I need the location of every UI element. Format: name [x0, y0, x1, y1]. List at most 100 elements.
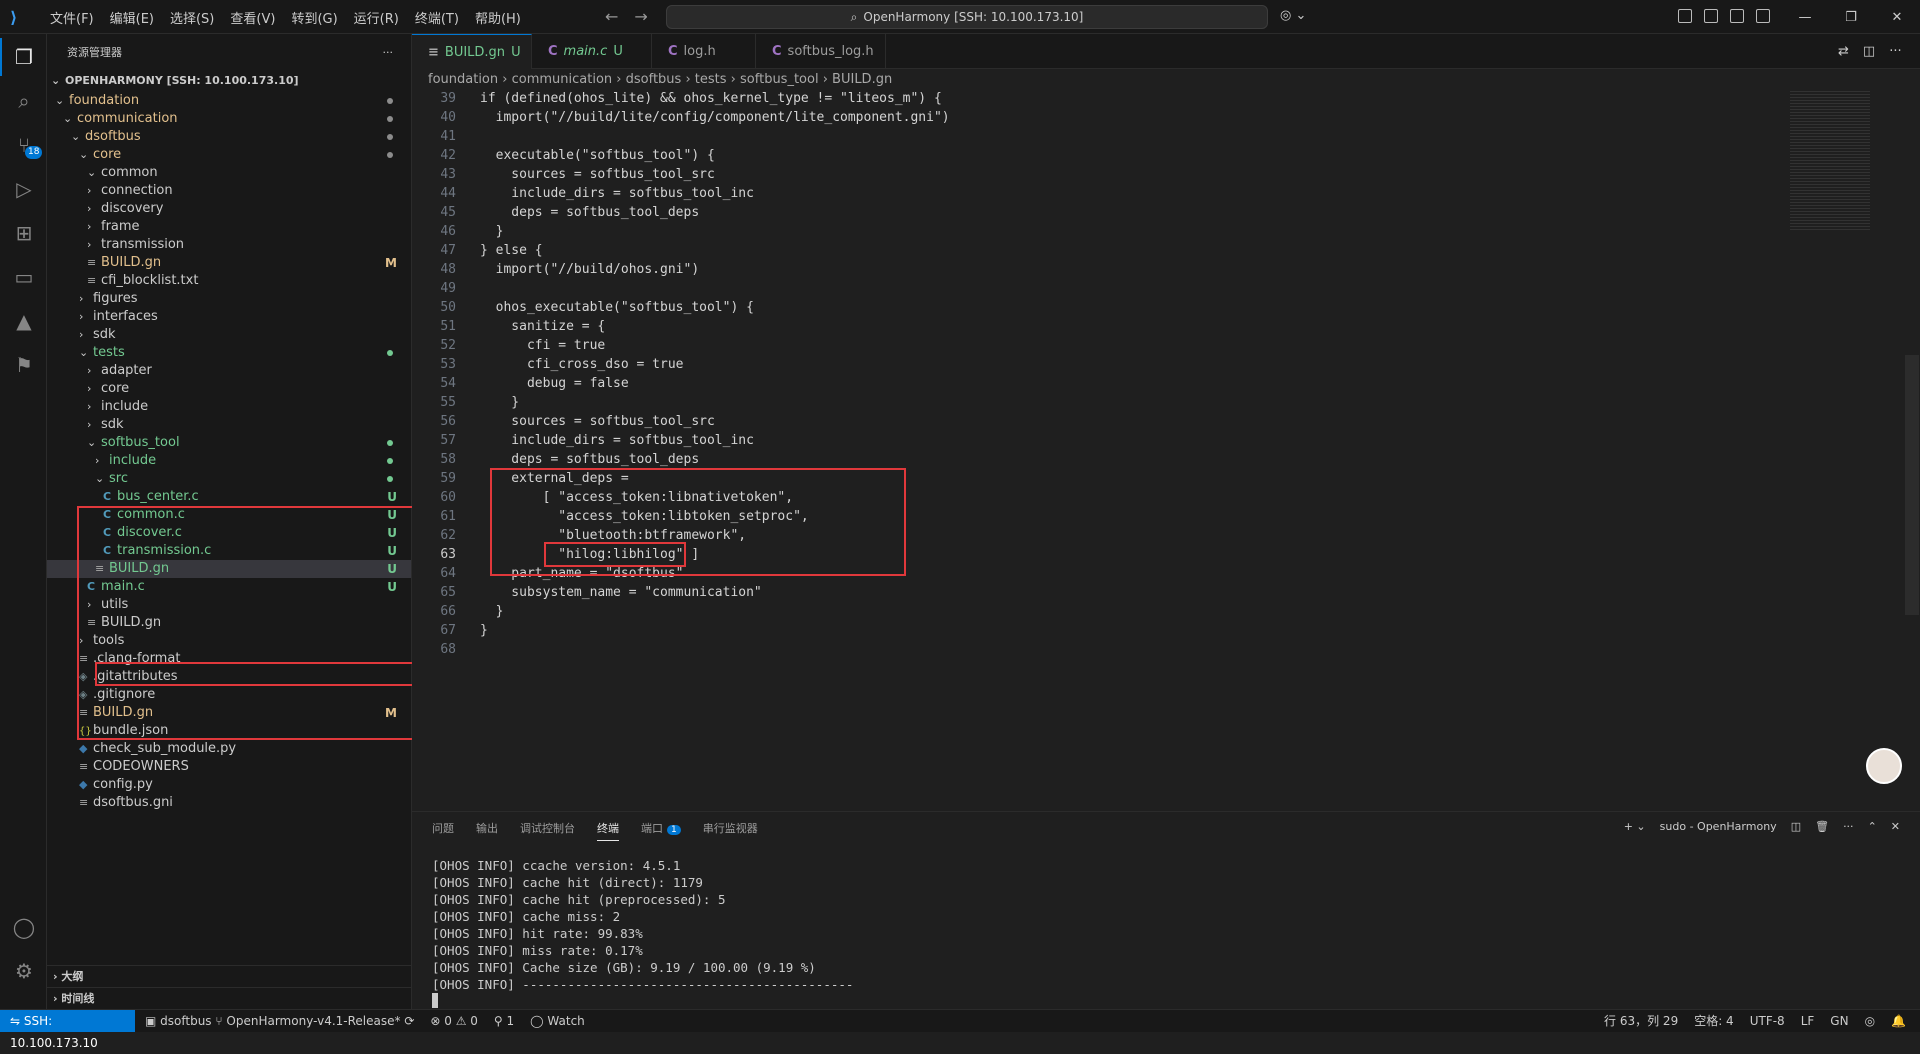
editor-scrollbar[interactable] — [1905, 355, 1919, 615]
close-window-icon[interactable]: ✕ — [1874, 10, 1920, 25]
tree-item[interactable]: › sdk — [47, 416, 411, 434]
tree-item[interactable]: ⌄ common — [47, 164, 411, 182]
tree-item[interactable]: ⌄ core — [47, 146, 411, 164]
minimap[interactable] — [1790, 91, 1870, 231]
more-actions-icon[interactable]: ··· — [1843, 820, 1854, 833]
more-actions-icon[interactable]: ··· — [1889, 44, 1901, 59]
outline-section[interactable]: › 大纲 — [47, 965, 412, 987]
tree-item[interactable]: ◆ check_sub_module.py — [47, 740, 411, 758]
tree-item[interactable]: ≡ CODEOWNERS — [47, 758, 411, 776]
watch-status[interactable]: ◯ Watch — [530, 1010, 585, 1032]
more-actions-icon[interactable]: ··· — [383, 46, 394, 59]
forward-arrow-icon[interactable]: → — [634, 7, 647, 26]
back-arrow-icon[interactable]: ← — [605, 7, 618, 26]
breadcrumb-item[interactable]: BUILD.gn — [832, 72, 892, 87]
encoding[interactable]: UTF-8 — [1750, 1010, 1785, 1032]
terminal-output[interactable]: [OHOS INFO] ccache version: 4.5.1 [OHOS I… — [432, 857, 853, 993]
tree-item[interactable]: › figures — [47, 290, 411, 308]
minimize-icon[interactable]: — — [1782, 10, 1828, 25]
tree-item[interactable]: › sdk — [47, 326, 411, 344]
source-control-icon[interactable]: ⑂ 18 — [11, 132, 43, 159]
menu-item[interactable]: 终端(T) — [407, 8, 467, 27]
tree-item[interactable]: › adapter — [47, 362, 411, 380]
tree-item[interactable]: › core — [47, 380, 411, 398]
tree-item[interactable]: ≡ dsoftbus.gni — [47, 794, 411, 812]
tree-item[interactable]: ⌄ tests — [47, 344, 411, 362]
tree-item[interactable]: ⌄ src — [47, 470, 411, 488]
tree-item[interactable]: ≡ cfi_blocklist.txt — [47, 272, 411, 290]
menu-item[interactable]: 转到(G) — [283, 8, 345, 27]
run-debug-icon[interactable]: ▷ — [11, 176, 37, 202]
new-terminal-icon[interactable]: + ⌄ — [1624, 820, 1646, 833]
cursor-position[interactable]: 行 63，列 29 — [1604, 1010, 1678, 1032]
tree-item[interactable]: ⌄ softbus_tool — [47, 434, 411, 452]
user-avatar[interactable] — [1866, 748, 1902, 784]
tab-build-gn[interactable]: ≡BUILD.gnU ✕ — [412, 34, 532, 95]
tree-item[interactable]: ⌄ dsoftbus — [47, 128, 411, 146]
remote-explorer-icon[interactable]: ▭ — [11, 264, 37, 290]
remote-indicator[interactable]: ⇋ SSH: 10.100.173.10 — [0, 1010, 135, 1050]
menu-item[interactable]: 帮助(H) — [467, 8, 529, 27]
toggle-sidebar-icon[interactable] — [1704, 9, 1718, 23]
trash-icon[interactable]: 🗑 — [1815, 820, 1829, 833]
close-panel-icon[interactable]: ✕ — [1891, 820, 1900, 833]
search-icon[interactable]: ⌕ — [11, 88, 37, 114]
ports-status[interactable]: ⚲ 1 — [494, 1010, 514, 1032]
tree-item[interactable]: ⌄ communication — [47, 110, 411, 128]
menu-item[interactable]: 查看(V) — [222, 8, 283, 27]
customize-layout-icon[interactable] — [1678, 9, 1692, 23]
toggle-panel-icon[interactable] — [1730, 9, 1744, 23]
terminal-name[interactable]: sudo - OpenHarmony — [1660, 820, 1777, 833]
menu-item[interactable]: 文件(F) — [42, 8, 102, 27]
timeline-section[interactable]: › 时间线 — [47, 987, 412, 1009]
explorer-icon[interactable]: ❐ — [0, 38, 37, 76]
tree-item[interactable]: › transmission — [47, 236, 411, 254]
repo-status[interactable]: ▣ dsoftbus ⑂ OpenHarmony-v4.1-Release* ⟳ — [145, 1010, 414, 1032]
breadcrumb-item[interactable]: dsoftbus — [626, 72, 682, 87]
settings-gear-icon[interactable]: ⚙ — [11, 958, 37, 984]
tree-item[interactable]: › interfaces — [47, 308, 411, 326]
menu-item[interactable]: 选择(S) — [162, 8, 222, 27]
copilot-status-icon[interactable]: ◎ — [1865, 1010, 1875, 1032]
workspace-root[interactable]: ⌄ OPENHARMONY [SSH: 10.100.173.10] — [47, 70, 411, 92]
panel-tab[interactable]: 端口 1 — [641, 820, 681, 841]
command-center-search[interactable]: ⌕ OpenHarmony [SSH: 10.100.173.10] — [666, 5, 1268, 29]
breadcrumb-item[interactable]: foundation — [428, 72, 498, 87]
code-editor[interactable]: 39 if (defined(ohos_lite) && ohos_kernel_… — [412, 91, 1782, 811]
copilot-icon[interactable]: ◎ ⌄ — [1280, 8, 1306, 23]
split-editor-icon[interactable]: ◫ — [1863, 44, 1875, 59]
indentation[interactable]: 空格: 4 — [1694, 1010, 1734, 1032]
toggle-secondary-sidebar-icon[interactable] — [1756, 9, 1770, 23]
tab-softbus_log-h[interactable]: Csoftbus_log.h — [756, 34, 886, 69]
tab-log-h[interactable]: Clog.h — [652, 34, 756, 69]
language-mode[interactable]: GN — [1830, 1010, 1848, 1032]
account-icon[interactable]: ◯ — [11, 914, 37, 940]
panel-tab[interactable]: 输出 — [476, 820, 498, 841]
tree-item[interactable]: › discovery — [47, 200, 411, 218]
eol[interactable]: LF — [1801, 1010, 1815, 1032]
bookmark-icon[interactable]: ⚑ — [11, 352, 37, 378]
problems-status[interactable]: ⊗ 0 ⚠ 0 — [430, 1010, 478, 1032]
menu-item[interactable]: 编辑(E) — [102, 8, 162, 27]
tab-main-c[interactable]: Cmain.c U — [532, 34, 652, 69]
panel-tab[interactable]: 调试控制台 — [520, 820, 575, 841]
split-terminal-icon[interactable]: ◫ — [1791, 820, 1801, 833]
restore-icon[interactable]: ❐ — [1828, 10, 1874, 25]
tree-item[interactable]: ⌄ foundation — [47, 92, 411, 110]
maximize-panel-icon[interactable]: ⌃ — [1868, 820, 1877, 833]
notifications-bell-icon[interactable]: 🔔 — [1891, 1010, 1906, 1032]
panel-tab[interactable]: 终端 — [597, 820, 619, 841]
menu-item[interactable]: 运行(R) — [346, 8, 407, 27]
tree-item[interactable]: ◆ config.py — [47, 776, 411, 794]
tree-item[interactable]: › connection — [47, 182, 411, 200]
panel-tab[interactable]: 串行监视器 — [703, 820, 758, 841]
breadcrumb-item[interactable]: tests — [695, 72, 727, 87]
compare-changes-icon[interactable]: ⇄ — [1838, 44, 1849, 59]
extensions-icon[interactable]: ⊞ — [11, 220, 37, 246]
breadcrumb-item[interactable]: communication — [512, 72, 613, 87]
tree-item[interactable]: › include — [47, 398, 411, 416]
tree-item[interactable]: › include — [47, 452, 411, 470]
breadcrumb-item[interactable]: softbus_tool — [740, 72, 819, 87]
tree-item[interactable]: ≡ BUILD.gn M — [47, 254, 411, 272]
tree-item[interactable]: Cbus_center.c U — [47, 488, 411, 506]
